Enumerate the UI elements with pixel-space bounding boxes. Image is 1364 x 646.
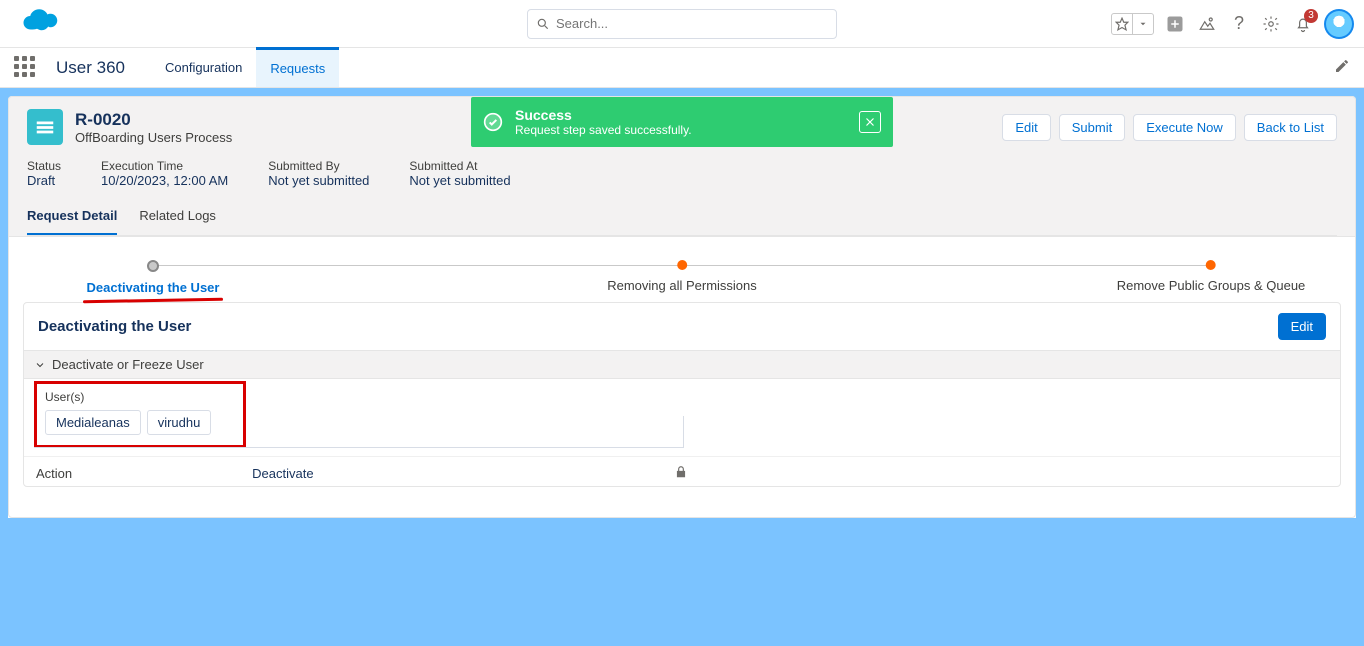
gear-icon[interactable] [1260,13,1282,35]
page-canvas: Success Request step saved successfully.… [0,88,1364,646]
step-dot-icon [1206,260,1216,270]
user-pill[interactable]: Medialeanas [45,410,141,435]
meta-subat-value: Not yet submitted [409,173,510,188]
meta-status-label: Status [27,159,61,173]
collapse-toggle[interactable]: Deactivate or Freeze User [24,351,1340,379]
toast-close-button[interactable] [859,111,881,133]
users-pill-row: Medialeanas virudhu [45,410,235,435]
step-dot-icon [147,260,159,272]
header-utility-icons: ? 3 [1111,9,1354,39]
toast-message: Request step saved successfully. [515,123,692,137]
nav-tab-requests[interactable]: Requests [256,47,339,87]
record-heading: R-0020 OffBoarding Users Process [75,110,232,145]
user-pill[interactable]: virudhu [147,410,212,435]
body-card: Deactivating the User Removing all Permi… [8,237,1356,518]
record-title: R-0020 [75,110,232,130]
search-icon [536,17,550,31]
star-icon[interactable] [1112,13,1132,35]
header-actions: Edit Submit Execute Now Back to List [1002,114,1337,141]
lock-icon [674,465,688,482]
meta-subat-label: Submitted At [409,159,510,173]
trailhead-icon[interactable] [1196,13,1218,35]
header-meta: Status Draft Execution Time 10/20/2023, … [27,159,1337,198]
nav-tab-configuration[interactable]: Configuration [151,48,256,88]
check-circle-icon [483,112,503,132]
meta-submitted-by: Submitted By Not yet submitted [268,159,369,188]
users-field-block: User(s) Medialeanas virudhu [24,379,1340,456]
edit-button[interactable]: Edit [1002,114,1050,141]
page-header: Success Request step saved successfully.… [8,96,1356,237]
context-nav: User 360 Configuration Requests [0,48,1364,88]
section-edit-button[interactable]: Edit [1278,313,1326,340]
meta-exec-value: 10/20/2023, 12:00 AM [101,173,228,188]
salesforce-cloud-logo [10,6,64,41]
main-card: Success Request step saved successfully.… [8,96,1356,518]
avatar[interactable] [1324,9,1354,39]
search-input[interactable] [556,16,828,31]
favorites-combo[interactable] [1111,13,1154,35]
tab-request-detail[interactable]: Request Detail [27,200,117,235]
step-label: Deactivating the User [87,280,220,295]
meta-subby-value: Not yet submitted [268,173,369,188]
action-value: Deactivate [252,466,313,481]
record-subtitle: OffBoarding Users Process [75,130,232,145]
step-deactivating[interactable]: Deactivating the User [83,260,223,302]
meta-status: Status Draft [27,159,61,188]
collapse-label: Deactivate or Freeze User [52,357,204,372]
back-to-list-button[interactable]: Back to List [1244,114,1337,141]
section-head: Deactivating the User Edit [24,303,1340,351]
tab-related-logs[interactable]: Related Logs [139,200,216,235]
chevron-down-icon [34,359,46,371]
record-type-icon [27,109,63,145]
close-icon [864,116,876,128]
step-remove-groups[interactable]: Remove Public Groups & Queue [1117,260,1306,293]
edit-nav-icon[interactable] [1334,58,1350,77]
step-remove-permissions[interactable]: Removing all Permissions [607,260,757,293]
chevron-down-icon[interactable] [1133,13,1153,35]
notification-badge: 3 [1304,9,1318,23]
execute-now-button[interactable]: Execute Now [1133,114,1236,141]
success-toast: Success Request step saved successfully. [471,97,893,147]
meta-exec-label: Execution Time [101,159,228,173]
toast-text: Success Request step saved successfully. [515,107,692,137]
global-search[interactable] [527,9,837,39]
question-icon[interactable]: ? [1228,13,1250,35]
global-header: ? 3 [0,0,1364,48]
step-label: Removing all Permissions [607,278,757,293]
section-title: Deactivating the User [38,318,191,335]
users-field-label: User(s) [45,390,235,404]
meta-execution-time: Execution Time 10/20/2023, 12:00 AM [101,159,228,188]
meta-status-value: Draft [27,173,61,188]
step-dot-icon [677,260,687,270]
section-panel: Deactivating the User Edit Deactivate or… [23,302,1341,487]
toast-title: Success [515,107,692,123]
process-stepper: Deactivating the User Removing all Permi… [153,265,1211,266]
detail-tabs: Request Detail Related Logs [27,200,1337,236]
action-row: Action Deactivate [24,456,1340,486]
meta-subby-label: Submitted By [268,159,369,173]
app-launcher-icon[interactable] [14,56,38,80]
global-search-wrap [527,9,837,39]
meta-submitted-at: Submitted At Not yet submitted [409,159,510,188]
annotation-red-box: User(s) Medialeanas virudhu [34,381,246,448]
plus-icon[interactable] [1164,13,1186,35]
notification-bell-icon[interactable]: 3 [1292,13,1314,35]
action-label: Action [36,466,72,481]
step-label: Remove Public Groups & Queue [1117,278,1306,293]
app-name: User 360 [56,58,125,78]
submit-button[interactable]: Submit [1059,114,1125,141]
